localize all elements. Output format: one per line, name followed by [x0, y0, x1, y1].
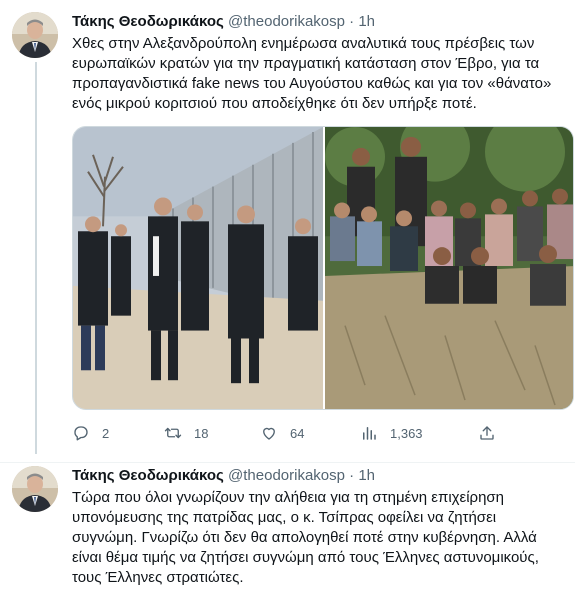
like-icon [263, 427, 275, 440]
retweet-button[interactable]: 18 [164, 424, 208, 442]
tweet-actions: 2 18 64 1,363 [72, 424, 552, 444]
timestamp[interactable]: 1h [358, 13, 375, 30]
views-button[interactable]: 1,363 [360, 424, 423, 442]
share-button[interactable] [478, 424, 496, 442]
thread-line [35, 62, 37, 454]
reply-button[interactable]: 2 [72, 424, 109, 442]
timestamp[interactable]: 1h [358, 467, 375, 484]
views-icon [363, 427, 376, 440]
avatar[interactable] [12, 12, 58, 58]
separator-dot: · [349, 13, 355, 30]
tweet-divider [0, 462, 575, 463]
reply-count: 2 [102, 425, 110, 441]
author-handle[interactable]: @theodorikakosp [228, 13, 345, 30]
author-handle[interactable]: @theodorikakosp [228, 467, 345, 484]
photo-migrants-field[interactable] [325, 127, 574, 409]
like-button[interactable]: 64 [260, 424, 304, 442]
photo-officials-border-fence[interactable] [73, 127, 323, 409]
tweet-text: Τώρα που όλοι γνωρίζουν την αλήθεια για … [72, 489, 539, 586]
author-name[interactable]: Τάκης Θεοδωρικάκος [72, 13, 224, 30]
tweet-header: Τάκης Θεοδωρικάκος @theodorikakosp · 1h [72, 466, 375, 486]
avatar-image [12, 466, 58, 512]
avatar[interactable] [12, 466, 58, 512]
views-count: 1,363 [390, 425, 423, 441]
separator-dot: · [349, 467, 355, 484]
like-count: 64 [290, 425, 305, 441]
tweet-media[interactable] [72, 126, 574, 410]
author-name[interactable]: Τάκης Θεοδωρικάκος [72, 467, 224, 484]
tweet-header: Τάκης Θεοδωρικάκος @theodorikakosp · 1h [72, 12, 375, 32]
avatar-image [12, 12, 58, 58]
share-icon [480, 426, 494, 440]
retweet-count: 18 [194, 425, 209, 441]
tweet-text: Χθες στην Αλεξανδρούπολη ενημέρωσα αναλυ… [72, 35, 552, 112]
retweet-icon [164, 427, 182, 439]
reply-icon [74, 426, 88, 441]
